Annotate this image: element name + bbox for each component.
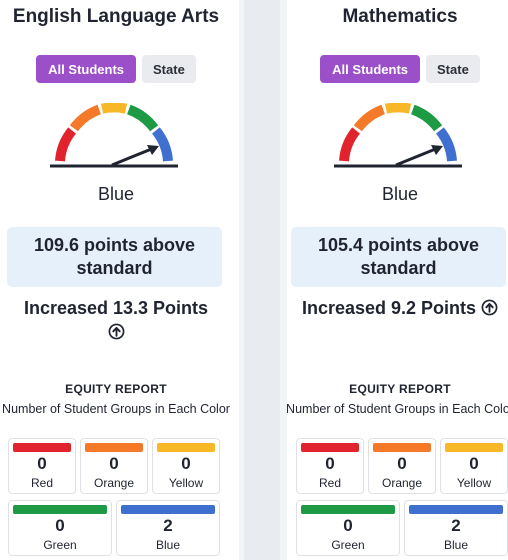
equity-label: Red (30, 476, 53, 490)
panel-title: English Language Arts (12, 6, 220, 27)
change-text: Increased 13.3 Points (0, 296, 232, 344)
points-box: 105.4 points above standard (291, 227, 506, 287)
panel-title: Mathematics (342, 6, 458, 27)
status-label: Blue (97, 184, 135, 204)
color-bar-orange (373, 443, 431, 452)
equity-report-title: EQUITY REPORT (349, 382, 451, 396)
gauge-segment-red (339, 127, 361, 162)
equity-label: Blue (443, 538, 469, 552)
equity-label: Yellow (456, 476, 492, 490)
gauge-needle (395, 146, 439, 167)
gauge-icon (334, 103, 462, 168)
equity-report-title: EQUITY REPORT (65, 382, 167, 396)
equity-cell-blue: 2 Blue (116, 500, 220, 556)
equity-cell-yellow: 0 Yellow (152, 438, 220, 494)
equity-count: 0 (343, 516, 353, 535)
equity-label: Green (331, 538, 365, 552)
state-button[interactable]: State (426, 55, 480, 83)
change-label: Increased 9.2 Points (301, 298, 477, 318)
arrow-up-circle-icon (481, 299, 498, 316)
equity-count: 0 (55, 516, 65, 535)
equity-cell-green: 0 Green (296, 500, 400, 556)
panel-divider-inner (244, 0, 280, 560)
equity-cell-orange: 0 Orange (80, 438, 148, 494)
color-bar-yellow (445, 443, 503, 452)
gauge-segment-blue (151, 127, 173, 162)
gauge-segment-green (410, 104, 443, 132)
color-bar-yellow (157, 443, 215, 452)
gauge-needle (111, 146, 155, 167)
student-toggle: All Students State (284, 55, 508, 83)
equity-report-subtitle: Number of Student Groups in Each Color (2, 402, 230, 416)
gauge-icon (50, 103, 178, 168)
equity-cell-red: 0 Red (8, 438, 76, 494)
gauge-segment-blue (435, 127, 457, 162)
gauge-segment-yellow (100, 103, 128, 114)
equity-cell-green: 0 Green (8, 500, 112, 556)
status-label: Blue (381, 184, 419, 204)
points-box: 109.6 points above standard (7, 227, 222, 287)
equity-count: 0 (109, 454, 119, 473)
color-bar-blue (121, 505, 215, 514)
math-panel: Mathematics All Students State Blue 105.… (284, 0, 508, 560)
equity-count: 0 (325, 454, 335, 473)
change-text: Increased 9.2 Points (284, 296, 508, 320)
equity-label: Green (43, 538, 77, 552)
equity-label: Orange (381, 476, 423, 490)
all-students-button[interactable]: All Students (320, 55, 421, 83)
equity-cell-yellow: 0 Yellow (440, 438, 508, 494)
equity-label: Blue (155, 538, 181, 552)
equity-count: 0 (181, 454, 191, 473)
arrow-up-circle-icon (108, 323, 124, 340)
color-bar-red (13, 443, 71, 452)
all-students-button[interactable]: All Students (36, 55, 137, 83)
gauge-segment-green (126, 104, 159, 132)
gauge-segment-orange (69, 104, 102, 132)
equity-cell-orange: 0 Orange (368, 438, 436, 494)
equity-cell-red: 0 Red (296, 438, 364, 494)
equity-report-subtitle: Number of Student Groups in Each Color (286, 402, 508, 416)
equity-cell-blue: 2 Blue (404, 500, 508, 556)
equity-count: 0 (397, 454, 407, 473)
equity-label: Yellow (168, 476, 204, 490)
color-bar-red (301, 443, 359, 452)
gauge-segment-yellow (384, 103, 412, 114)
equity-count: 0 (469, 454, 479, 473)
equity-label: Orange (93, 476, 135, 490)
change-label: Increased 13.3 Points (23, 298, 209, 318)
gauge-segment-red (55, 127, 77, 162)
gauge-segment-orange (353, 104, 386, 132)
state-button[interactable]: State (142, 55, 196, 83)
ela-panel: English Language Arts All Students State… (0, 0, 232, 560)
color-bar-orange (85, 443, 143, 452)
color-bar-green (301, 505, 395, 514)
equity-count: 2 (163, 516, 173, 535)
equity-label: Red (318, 476, 341, 490)
color-bar-blue (409, 505, 503, 514)
equity-count: 0 (37, 454, 47, 473)
equity-count: 2 (451, 516, 461, 535)
student-toggle: All Students State (0, 55, 232, 83)
color-bar-green (13, 505, 107, 514)
